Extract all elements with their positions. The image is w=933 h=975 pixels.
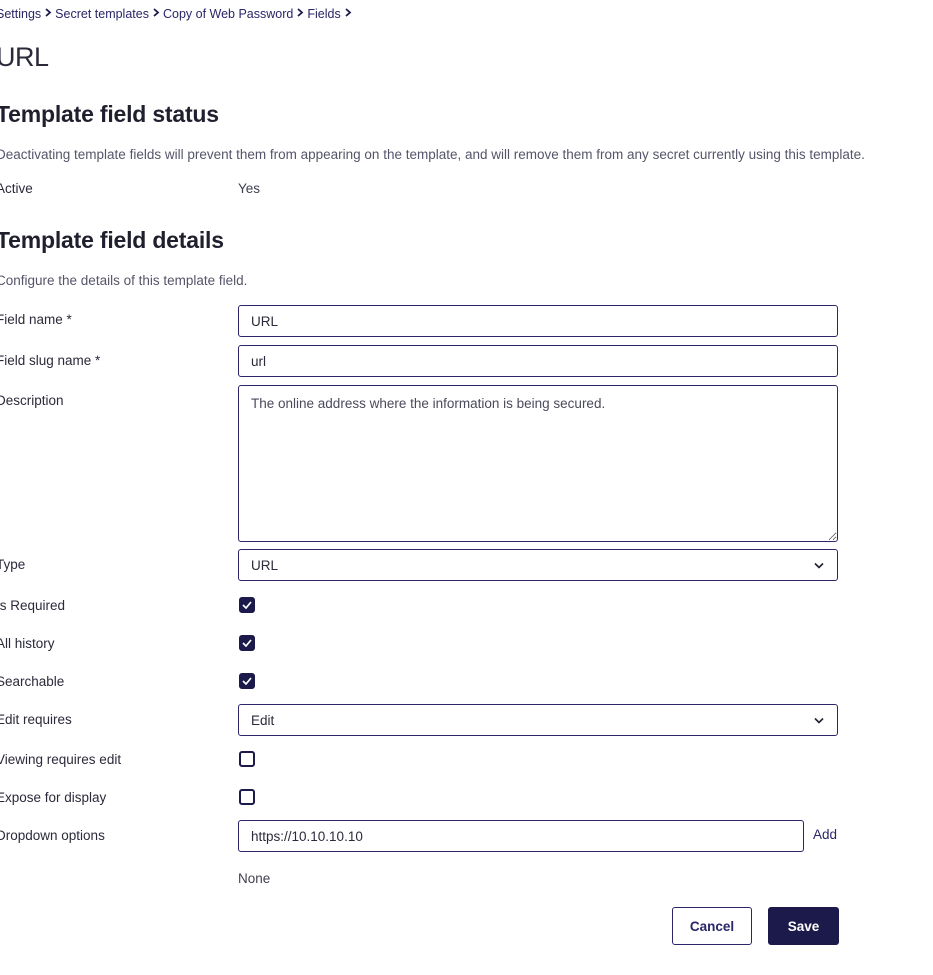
edit-requires-label: Edit requires bbox=[0, 712, 72, 727]
edit-requires-select[interactable]: Edit bbox=[238, 704, 838, 736]
description-label: Description bbox=[0, 393, 64, 408]
field-slug-input[interactable] bbox=[238, 345, 838, 377]
breadcrumb-settings[interactable]: Settings bbox=[0, 7, 41, 21]
field-name-label: Field name * bbox=[0, 312, 72, 327]
breadcrumb-secret-templates[interactable]: Secret templates bbox=[55, 7, 149, 21]
status-section-help: Deactivating template fields will preven… bbox=[0, 147, 865, 162]
details-section-help: Configure the details of this template f… bbox=[0, 273, 248, 288]
details-section-title: Template field details bbox=[0, 227, 224, 253]
chevron-down-icon bbox=[813, 714, 825, 726]
all-history-label: All history bbox=[0, 636, 55, 651]
searchable-label: Searchable bbox=[0, 674, 65, 689]
is-required-label: Is Required bbox=[0, 598, 66, 613]
field-name-input[interactable] bbox=[238, 305, 838, 337]
expose-for-display-label: Expose for display bbox=[0, 790, 107, 805]
expose-for-display-checkbox[interactable] bbox=[239, 789, 255, 805]
checkmark-icon bbox=[242, 601, 252, 609]
save-button[interactable]: Save bbox=[768, 907, 839, 945]
status-section-title: Template field status bbox=[0, 101, 219, 127]
breadcrumb-copy-of-web-password[interactable]: Copy of Web Password bbox=[163, 7, 293, 21]
is-required-checkbox[interactable] bbox=[239, 597, 255, 613]
active-value: Yes bbox=[238, 181, 261, 196]
description-textarea[interactable]: The online address where the information… bbox=[238, 385, 838, 542]
searchable-checkbox[interactable] bbox=[239, 673, 255, 689]
type-select[interactable]: URL bbox=[238, 549, 838, 581]
field-slug-label: Field slug name * bbox=[0, 353, 101, 368]
type-label: Type bbox=[0, 557, 26, 572]
dropdown-option-input[interactable] bbox=[238, 820, 804, 852]
chevron-right-icon bbox=[41, 8, 55, 20]
breadcrumb-fields[interactable]: Fields bbox=[307, 7, 340, 21]
viewing-requires-edit-label: Viewing requires edit bbox=[0, 752, 122, 767]
chevron-right-icon bbox=[341, 8, 355, 20]
chevron-right-icon bbox=[149, 8, 163, 20]
checkmark-icon bbox=[242, 639, 252, 647]
breadcrumb: Settings Secret templates Copy of Web Pa… bbox=[0, 7, 355, 21]
checkmark-icon bbox=[242, 677, 252, 685]
dropdown-options-label: Dropdown options bbox=[0, 828, 105, 843]
type-select-value: URL bbox=[251, 557, 279, 573]
chevron-down-icon bbox=[813, 559, 825, 571]
active-label: Active bbox=[0, 181, 33, 196]
dropdown-options-empty: None bbox=[238, 871, 271, 886]
edit-requires-select-value: Edit bbox=[251, 712, 275, 728]
chevron-right-icon bbox=[293, 8, 307, 20]
viewing-requires-edit-checkbox[interactable] bbox=[239, 751, 255, 767]
add-option-link[interactable]: Add bbox=[813, 827, 837, 842]
all-history-checkbox[interactable] bbox=[239, 635, 255, 651]
page-title: URL bbox=[0, 42, 49, 72]
cancel-button[interactable]: Cancel bbox=[672, 907, 752, 945]
